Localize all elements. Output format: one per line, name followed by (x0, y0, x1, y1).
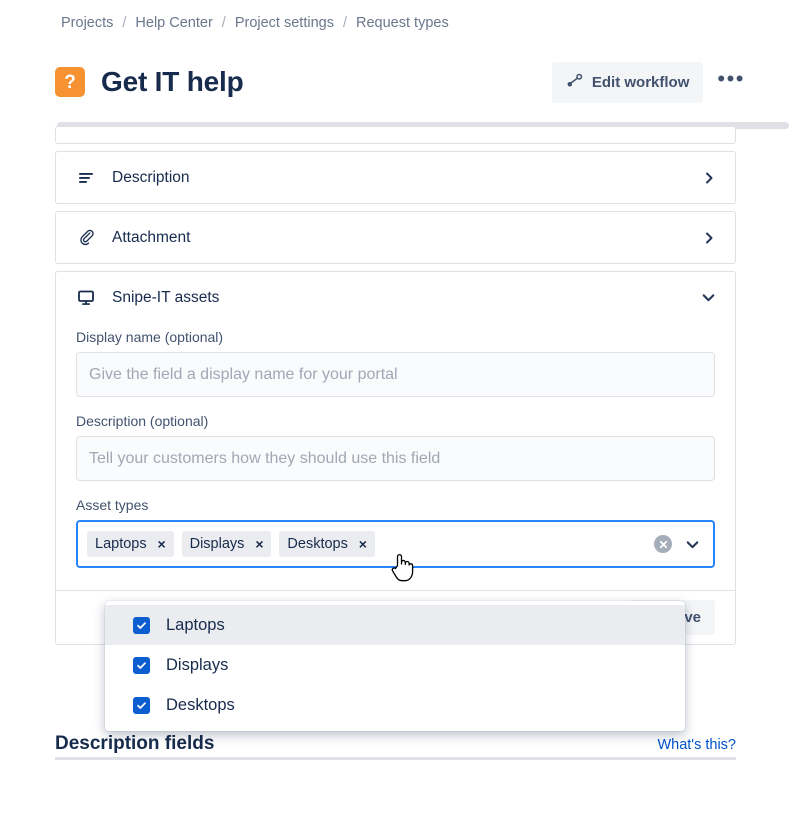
field-header-attachment[interactable]: Attachment (56, 212, 735, 263)
header-actions: Edit workflow ••• (551, 61, 751, 103)
breadcrumb-separator: / (221, 15, 226, 31)
chevron-down-icon[interactable] (684, 536, 701, 553)
field-card-description: Description (55, 151, 736, 204)
clear-circle-icon[interactable] (654, 535, 672, 553)
field-card-attachment: Attachment (55, 211, 736, 264)
dropdown-option-desktops[interactable]: Desktops (105, 685, 685, 725)
page-header: ? Get IT help Edit workflow ••• (55, 58, 751, 106)
description-input[interactable] (76, 436, 715, 481)
snipe-it-assets-panel: Display name (optional) Description (opt… (56, 323, 735, 590)
description-fields-section-header: Description fields What's this? (55, 733, 736, 755)
workflow-icon (566, 72, 583, 93)
tag-label: Displays (189, 536, 245, 552)
asset-types-dropdown-menu: Laptops Displays Desktops (105, 601, 685, 731)
display-name-input[interactable] (76, 352, 715, 397)
field-header-description[interactable]: Description (56, 152, 735, 203)
dropdown-option-label: Laptops (166, 615, 225, 634)
tag-remove-displays[interactable]: × (250, 534, 268, 554)
description-label: Description (optional) (76, 413, 209, 429)
monitor-icon (76, 288, 96, 308)
breadcrumb-item-request-types[interactable]: Request types (356, 15, 449, 31)
asset-types-group: Asset types Laptops × Displays × Desktop… (76, 497, 715, 568)
dropdown-option-displays[interactable]: Displays (105, 645, 685, 685)
viewport-mask (0, 761, 791, 834)
field-label-snipe-it-assets: Snipe-IT assets (112, 288, 220, 306)
breadcrumb-item-help-center[interactable]: Help Center (135, 15, 212, 31)
edit-workflow-button[interactable]: Edit workflow (551, 61, 704, 103)
question-mark-icon: ? (55, 67, 85, 97)
breadcrumb-separator: / (342, 15, 347, 31)
chevron-right-icon[interactable] (701, 230, 717, 246)
dropdown-option-label: Desktops (166, 695, 235, 714)
request-type-fields-list: Description Attachment Snipe-IT assets D… (55, 126, 736, 652)
display-name-label: Display name (optional) (76, 329, 224, 345)
breadcrumb: Projects / Help Center / Project setting… (61, 15, 449, 31)
field-card-partial (55, 126, 736, 144)
dropdown-option-laptops[interactable]: Laptops (105, 605, 685, 645)
checkbox-checked-icon[interactable] (133, 656, 150, 674)
page-title: Get IT help (101, 66, 244, 97)
field-header-snipe-it-assets[interactable]: Snipe-IT assets (56, 272, 735, 323)
text-lines-icon (76, 168, 96, 188)
checkbox-checked-icon[interactable] (133, 696, 150, 714)
field-label-attachment: Attachment (112, 228, 191, 246)
field-label-description: Description (112, 168, 190, 186)
tag-remove-desktops[interactable]: × (354, 534, 372, 554)
dropdown-option-label: Displays (166, 655, 229, 674)
request-type-settings-page: Projects / Help Center / Project setting… (0, 0, 791, 834)
tag-remove-laptops[interactable]: × (153, 534, 171, 554)
checkbox-checked-icon[interactable] (133, 616, 150, 634)
more-actions-button[interactable]: ••• (711, 62, 751, 102)
edit-workflow-label: Edit workflow (591, 73, 690, 91)
asset-types-label: Asset types (76, 497, 149, 513)
tag-laptops: Laptops × (87, 531, 174, 557)
breadcrumb-item-project-settings[interactable]: Project settings (235, 15, 334, 31)
breadcrumb-separator: / (122, 15, 127, 31)
multiselect-controls (654, 535, 705, 553)
tag-label: Desktops (287, 536, 348, 552)
chevron-right-icon[interactable] (701, 170, 717, 186)
breadcrumb-item-projects[interactable]: Projects (61, 15, 113, 31)
display-name-group: Display name (optional) (76, 329, 715, 397)
selected-tags: Laptops × Displays × Desktops × (87, 531, 375, 557)
tag-desktops: Desktops × (279, 531, 375, 557)
whats-this-link[interactable]: What's this? (657, 737, 736, 753)
tag-label: Laptops (95, 536, 147, 552)
description-group: Description (optional) (76, 413, 715, 481)
paperclip-icon (76, 228, 96, 248)
section-title: Description fields (55, 733, 215, 754)
tag-displays: Displays × (181, 531, 272, 557)
chevron-down-icon[interactable] (700, 289, 717, 306)
section-divider (55, 757, 736, 760)
asset-types-multiselect[interactable]: Laptops × Displays × Desktops × (76, 520, 715, 568)
field-card-snipe-it-assets: Snipe-IT assets Display name (optional) … (55, 271, 736, 645)
